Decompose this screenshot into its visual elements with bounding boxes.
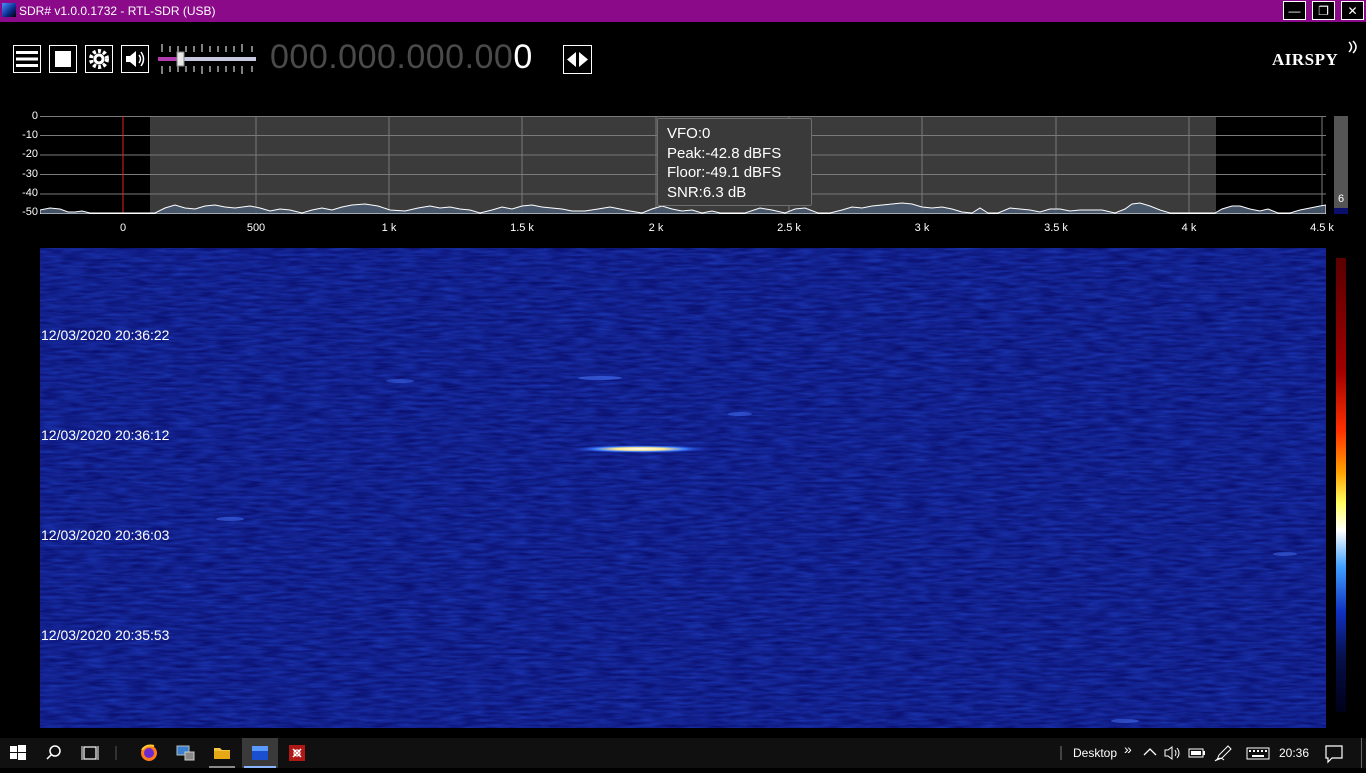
taskbar-separator: [115, 738, 117, 768]
speaker-icon: [121, 45, 149, 73]
restore-button[interactable]: ❐: [1312, 1, 1335, 20]
menu-button[interactable]: [13, 45, 41, 73]
spectrum-y-label: -50: [22, 206, 38, 218]
volume-slider[interactable]: [158, 42, 256, 76]
tooltip-floor: Floor:-49.1 dBFS: [667, 164, 782, 181]
spectrum-x-label: 2.5 k: [777, 222, 801, 234]
frequency-step-button[interactable]: [563, 45, 592, 74]
taskbar-device-manager[interactable]: [170, 738, 200, 768]
tooltip-peak: Peak:-42.8 dBFS: [667, 144, 782, 162]
pen-icon: [1214, 745, 1232, 762]
settings-button[interactable]: [85, 45, 113, 73]
tooltip-snr: SNR:6.3 dB: [667, 183, 747, 201]
battery-icon: [1188, 748, 1205, 758]
taskbar-sdrsharp[interactable]: [242, 738, 278, 768]
spectrum-y-label: -10: [22, 129, 38, 141]
spectrum-y-label: -30: [22, 168, 38, 180]
spectrum-x-label: 3 k: [914, 222, 930, 234]
stop-icon: [49, 45, 77, 73]
start-button[interactable]: [0, 738, 36, 768]
gear-icon: [85, 45, 113, 73]
frequency-digits-inactive: 000.000.000.00: [270, 38, 514, 76]
volume-slider-track: [158, 44, 256, 74]
spectrum-x-label: 3.5 k: [1044, 222, 1068, 234]
taskbar-app-red[interactable]: [282, 738, 312, 768]
waterfall-signal-trace: [570, 445, 710, 453]
hamburger-menu-icon: [13, 45, 41, 73]
show-desktop-button[interactable]: [1361, 738, 1362, 768]
airspy-logo-text: AIRSPY: [1272, 50, 1339, 69]
spectrum-x-label: 0: [119, 222, 127, 234]
sdrsharp-app-icon: [2, 3, 16, 17]
title-bar: SDR# v1.0.0.1732 - RTL-SDR (USB) — ❐ ✕: [0, 0, 1366, 22]
keyboard-icon: [1246, 747, 1270, 760]
battery-tray-button[interactable]: [1186, 738, 1208, 768]
notification-icon: [1325, 745, 1343, 764]
spectrum-x-label: 4.5 k: [1310, 222, 1334, 234]
volume-icon: [1164, 746, 1180, 760]
spectrum-x-label: 1.5 k: [510, 222, 534, 234]
waterfall-timestamp: 12/03/2020 20:36:22: [41, 327, 170, 343]
red-app-icon: [289, 745, 305, 761]
window-title: SDR# v1.0.0.1732 - RTL-SDR (USB): [19, 4, 216, 18]
airspy-logo: AIRSPY: [1272, 40, 1357, 70]
waterfall-display[interactable]: [40, 248, 1326, 728]
chevron-up-icon: [1143, 748, 1157, 756]
task-view-icon: [81, 746, 99, 760]
spectrum-x-label: 500: [246, 222, 266, 234]
search-button[interactable]: [38, 738, 70, 768]
show-hidden-icons-button[interactable]: [1140, 738, 1160, 768]
spectrum-y-label: -20: [22, 148, 38, 160]
sdrsharp-icon: [252, 746, 268, 760]
close-button[interactable]: ✕: [1341, 1, 1364, 20]
spectrum-y-label: 0: [31, 110, 38, 122]
signal-info-tooltip: VFO:0 Peak:-42.8 dBFS Floor:-49.1 dBFS S…: [657, 118, 812, 206]
toolbar-chevron-icon[interactable]: »: [1124, 741, 1132, 757]
task-view-button[interactable]: [74, 738, 106, 768]
windows-taskbar: Desktop » 20:36: [0, 738, 1366, 768]
keyboard-tray-button[interactable]: [1244, 738, 1272, 768]
desktop-toolbar-label[interactable]: Desktop: [1073, 746, 1117, 760]
action-center-button[interactable]: [1318, 738, 1350, 768]
folder-icon: [214, 748, 230, 759]
spectrum-x-label: 4 k: [1181, 222, 1197, 234]
system-clock[interactable]: 20:36: [1279, 746, 1309, 760]
minimize-button[interactable]: —: [1283, 1, 1306, 20]
taskbar-firefox[interactable]: [134, 738, 164, 768]
waterfall-timestamp: 12/03/2020 20:36:12: [41, 427, 170, 443]
stop-button[interactable]: [49, 45, 77, 73]
windows-logo-icon: [10, 745, 26, 760]
waterfall-timestamp: 12/03/2020 20:35:53: [41, 627, 170, 643]
taskbar-file-explorer[interactable]: [207, 738, 237, 768]
frequency-display[interactable]: 000.000.000.000: [270, 38, 533, 77]
frequency-digits-active: 0: [513, 38, 533, 76]
contrast-slider-fill: [1334, 208, 1348, 214]
pen-tray-button[interactable]: [1212, 738, 1234, 768]
contrast-value: 6: [1338, 193, 1345, 205]
spectrum-x-label: 2 k: [648, 222, 664, 234]
spectrum-x-label: 1 k: [381, 222, 397, 234]
waterfall-timestamp: 12/03/2020 20:36:03: [41, 527, 170, 543]
device-manager-icon: [176, 745, 195, 761]
signal-waves-icon: [1348, 40, 1357, 54]
tooltip-vfo: VFO:0: [667, 125, 711, 142]
mute-button[interactable]: [121, 45, 149, 73]
volume-tray-button[interactable]: [1162, 738, 1184, 768]
taskbar-separator: [1060, 738, 1062, 768]
search-icon: [46, 745, 61, 760]
left-right-arrows-icon: [563, 45, 592, 74]
firefox-icon: [141, 744, 157, 761]
waterfall-color-scale: [1336, 258, 1346, 712]
spectrum-y-label: -40: [22, 187, 38, 199]
